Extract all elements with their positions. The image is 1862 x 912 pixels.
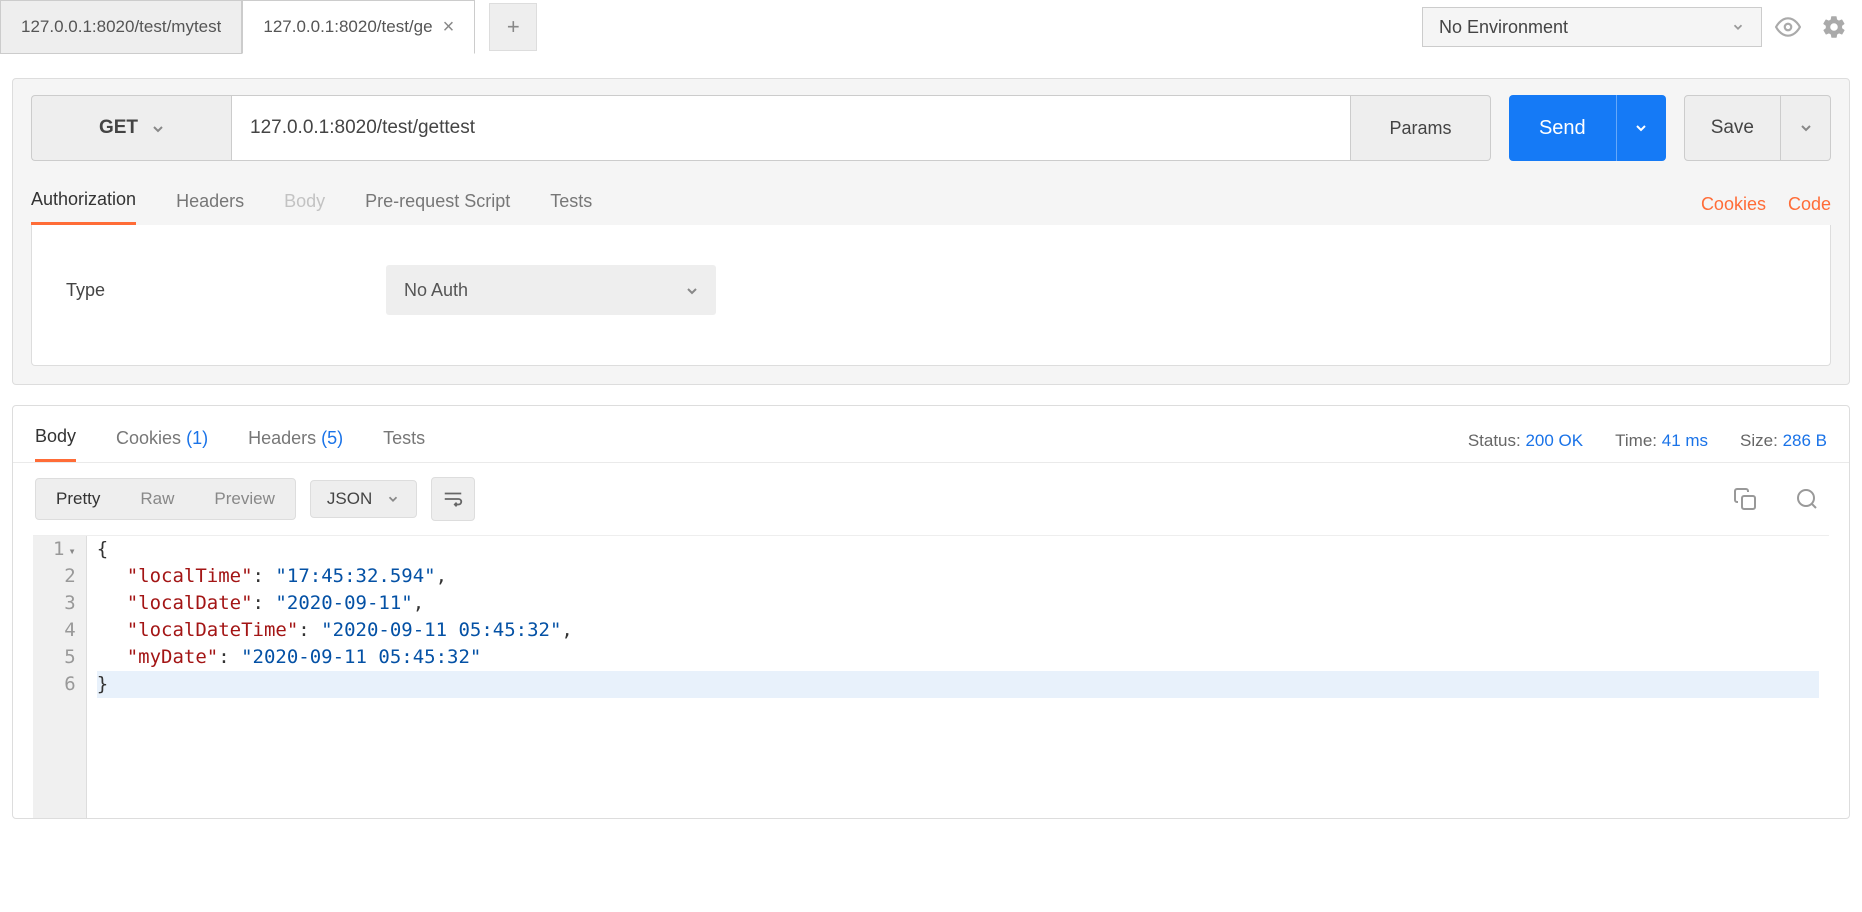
size-value: 286 B — [1783, 431, 1827, 450]
response-tabs: Body Cookies (1) Headers (5) Tests Statu… — [13, 406, 1849, 463]
chevron-down-icon — [150, 121, 164, 135]
tab-tests[interactable]: Tests — [550, 185, 592, 224]
view-preview-button[interactable]: Preview — [194, 479, 294, 519]
auth-type-label: Type — [66, 280, 326, 301]
status-value: 200 OK — [1525, 431, 1583, 450]
response-body-toolbar: Pretty Raw Preview JSON — [13, 463, 1849, 535]
response-card: Body Cookies (1) Headers (5) Tests Statu… — [12, 405, 1850, 819]
environment-selected: No Environment — [1439, 17, 1568, 38]
tab-pre-request-script[interactable]: Pre-request Script — [365, 185, 510, 224]
eye-icon[interactable] — [1768, 7, 1808, 47]
send-button[interactable]: Send — [1509, 95, 1616, 161]
cookies-link[interactable]: Cookies — [1701, 194, 1766, 215]
tab-response-body[interactable]: Body — [35, 420, 76, 462]
tab-response-tests[interactable]: Tests — [383, 422, 425, 461]
authorization-pane: Type No Auth — [31, 225, 1831, 366]
code-body[interactable]: { "localTime": "17:45:32.594", "localDat… — [87, 536, 1829, 818]
tab-authorization[interactable]: Authorization — [31, 183, 136, 225]
request-tab-1[interactable]: 127.0.0.1:8020/test/ge × — [242, 0, 475, 54]
close-icon[interactable]: × — [443, 16, 455, 39]
tab-label: 127.0.0.1:8020/test/mytest — [21, 17, 221, 37]
environment-bar: No Environment — [1422, 0, 1862, 54]
search-icon[interactable] — [1787, 479, 1827, 519]
chevron-down-icon — [1731, 20, 1745, 34]
environment-select[interactable]: No Environment — [1422, 7, 1762, 47]
params-button[interactable]: Params — [1351, 95, 1491, 161]
request-tabs: Authorization Headers Body Pre-request S… — [31, 183, 1831, 225]
response-code: 1▾ 2 3 4 5 6 { "localTime": "17:45:32.59… — [33, 535, 1829, 818]
chevron-down-icon — [684, 283, 698, 297]
view-raw-button[interactable]: Raw — [120, 479, 194, 519]
save-button[interactable]: Save — [1684, 95, 1781, 161]
view-pretty-button[interactable]: Pretty — [36, 479, 120, 519]
url-input[interactable] — [231, 95, 1351, 161]
tab-label: 127.0.0.1:8020/test/ge — [263, 17, 432, 37]
view-mode-segment: Pretty Raw Preview — [35, 478, 296, 520]
tab-headers[interactable]: Headers — [176, 185, 244, 224]
gear-icon[interactable] — [1814, 7, 1854, 47]
tab-response-headers[interactable]: Headers (5) — [248, 422, 343, 461]
format-select[interactable]: JSON — [310, 480, 417, 518]
response-meta: Status: 200 OK Time: 41 ms Size: 286 B — [1468, 431, 1827, 451]
tab-response-cookies[interactable]: Cookies (1) — [116, 422, 208, 461]
http-method-label: GET — [99, 117, 138, 139]
code-link[interactable]: Code — [1788, 194, 1831, 215]
wrap-lines-button[interactable] — [431, 477, 475, 521]
request-tab-0[interactable]: 127.0.0.1:8020/test/mytest — [0, 0, 242, 54]
plus-icon: + — [507, 14, 520, 40]
auth-type-selected: No Auth — [404, 280, 468, 301]
tab-body[interactable]: Body — [284, 185, 325, 224]
send-dropdown[interactable] — [1616, 95, 1666, 161]
copy-icon[interactable] — [1725, 479, 1765, 519]
save-dropdown[interactable] — [1781, 95, 1831, 161]
request-card: GET Params Send Save Authorization Heade… — [12, 78, 1850, 385]
line-gutter: 1▾ 2 3 4 5 6 — [33, 536, 87, 818]
auth-type-select[interactable]: No Auth — [386, 265, 716, 315]
time-value: 41 ms — [1662, 431, 1708, 450]
http-method-select[interactable]: GET — [31, 95, 231, 161]
add-tab-button[interactable]: + — [489, 3, 537, 51]
